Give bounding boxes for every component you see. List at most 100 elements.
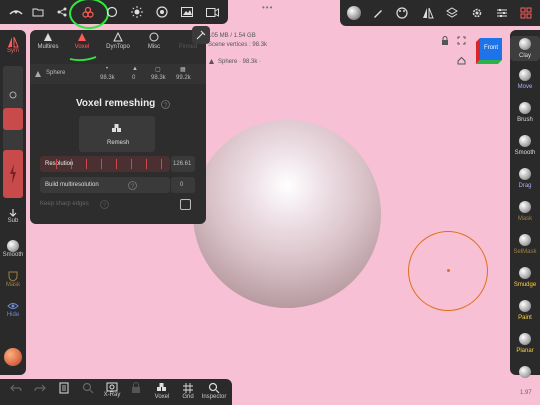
smooth-icon (7, 240, 19, 252)
image-icon[interactable] (175, 0, 199, 24)
multires-row[interactable]: Build multiresolution ? (40, 177, 170, 193)
quad-icon: ▢ (155, 67, 161, 73)
xray-icon (106, 382, 118, 392)
sharp-edges-label: Keep sharp edges (40, 201, 89, 207)
pin-button[interactable] (192, 26, 210, 44)
tool-label: Smooth (514, 150, 536, 156)
xray-button[interactable]: X-Ray (100, 382, 124, 398)
layers-icon[interactable] (440, 1, 464, 25)
files-icon[interactable] (26, 0, 50, 24)
memory-readout: 105 MB / 1.54 GB (208, 33, 256, 39)
search-button[interactable] (76, 382, 100, 394)
resolution-slider[interactable]: Resolution (40, 156, 170, 172)
multires-icon (44, 33, 52, 41)
lock-icon (132, 382, 140, 393)
mask-button[interactable]: Mask (0, 270, 26, 288)
help-icon[interactable]: ? (160, 99, 170, 109)
lock-icon[interactable] (440, 35, 450, 45)
home-icon[interactable] (456, 55, 466, 65)
color-swatch[interactable] (0, 348, 26, 366)
sun-icon[interactable] (125, 0, 149, 24)
tool-mask[interactable]: Mask (510, 201, 540, 222)
inspector-button[interactable]: Inspector (202, 382, 226, 400)
smooth-icon (519, 135, 531, 147)
pen-icon[interactable] (366, 1, 390, 25)
tool-smooth[interactable]: Smooth (510, 135, 540, 156)
move-icon (519, 69, 531, 81)
tool-clay[interactable]: Clay (510, 36, 540, 61)
scene-vertices-readout: Scene vertices : 98.3k (208, 42, 268, 48)
panel-title: Voxel remeshing (76, 98, 156, 109)
grid-button[interactable]: Grid (176, 382, 200, 400)
dyntopo-icon (113, 32, 123, 42)
material-icon[interactable] (150, 0, 174, 24)
tool-label: Drag (518, 183, 532, 189)
slider-tick (56, 159, 57, 169)
stroke-button[interactable] (52, 382, 76, 394)
sphere-mesh[interactable] (193, 120, 381, 308)
more-tool-icon (519, 366, 531, 378)
bottom-toolbar: X-Ray Voxel Grid Inspector (0, 379, 232, 405)
slider-tick (116, 159, 117, 169)
redo-button[interactable] (28, 382, 52, 394)
slider-tick (161, 159, 162, 169)
view-cube[interactable]: Front (476, 36, 504, 64)
radius-center-icon (8, 90, 18, 100)
tool-paint[interactable]: Paint (510, 300, 540, 321)
faces-icon: ▦ (180, 67, 186, 73)
mesh-icon (35, 71, 41, 77)
tool-label: Planar (516, 348, 534, 354)
tab-multires[interactable]: Multires (30, 32, 66, 50)
remesh-button[interactable]: Remesh (79, 116, 155, 152)
settings-icon[interactable] (100, 0, 124, 24)
mask-icon (8, 271, 18, 282)
brush-icon (519, 102, 531, 114)
tool-planar[interactable]: Planar (510, 333, 540, 354)
voxel-button[interactable]: Voxel (150, 382, 174, 400)
slider-tick (146, 159, 147, 169)
tool-move[interactable]: Move (510, 69, 540, 90)
voxel-icon (157, 383, 166, 391)
resolution-value-box[interactable]: 126.61 (171, 156, 195, 172)
tool-selmask[interactable]: SelMask (510, 234, 540, 255)
redo-icon (34, 384, 46, 392)
object-name: Sphere (46, 70, 66, 76)
tool-label: Mask (517, 216, 533, 222)
palette-icon[interactable] (390, 1, 414, 25)
matcap-icon[interactable] (342, 1, 366, 25)
hide-button[interactable]: Hide (0, 300, 26, 318)
radius-slider-handle[interactable] (3, 108, 23, 130)
intensity-slider[interactable] (3, 150, 23, 198)
multires-value-box[interactable]: 0 (171, 177, 195, 193)
tool-label: SelMask (513, 249, 537, 255)
tool-brush[interactable]: Brush (510, 102, 540, 123)
tool-label: Smudge (513, 282, 537, 288)
tool-more[interactable] (510, 366, 540, 378)
more-dots[interactable]: ••• (262, 3, 273, 12)
planar-icon (519, 333, 531, 345)
grid-icon[interactable] (514, 1, 538, 25)
video-icon[interactable] (200, 0, 224, 24)
undo-button[interactable] (4, 382, 28, 394)
tab-misc[interactable]: Misc (136, 32, 172, 50)
symmetry-icon[interactable] (416, 1, 440, 25)
gear-icon[interactable] (465, 1, 489, 25)
tab-voxel[interactable]: Voxel (64, 32, 100, 50)
symmetry-toggle[interactable]: Sym (0, 36, 26, 54)
tab-dyntopo[interactable]: DynTopo (100, 32, 136, 50)
sharp-edges-checkbox[interactable] (180, 199, 191, 210)
smooth-button[interactable]: Smooth (0, 240, 26, 258)
clay-icon (519, 38, 531, 50)
help-icon: ? (128, 181, 137, 190)
subdivide-button[interactable]: Sub (0, 208, 26, 224)
vertex-icon: • (106, 66, 109, 72)
lock-view-button[interactable] (124, 382, 148, 394)
sliders-icon[interactable] (490, 1, 514, 25)
slider-tick (86, 159, 87, 169)
project-icon[interactable] (4, 0, 28, 24)
stat-faces: 99.2k (176, 75, 191, 81)
tool-drag[interactable]: Drag (510, 168, 540, 189)
frame-icon[interactable] (456, 35, 466, 45)
tool-smudge[interactable]: Smudge (510, 267, 540, 288)
voxel-panel: Multires Voxel DynTopo Misc Pinned Spher… (30, 26, 210, 224)
